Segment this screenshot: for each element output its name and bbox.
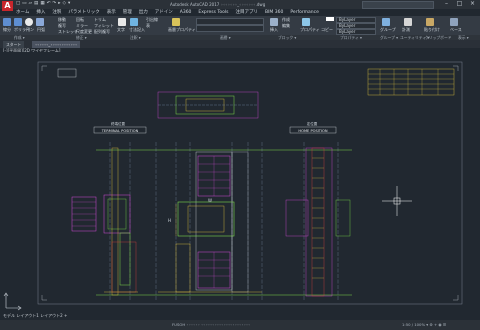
base-view-label: ベース bbox=[450, 27, 462, 32]
tab-output[interactable]: 出力 bbox=[139, 9, 148, 15]
status-bar: FUSOH ◦◦◦◦◦◦ ◦◦◦◦◦◦◦◦◦◦◦◦◦◦◦◦◦◦◦◦◦◦ 1:50… bbox=[0, 320, 480, 330]
insert-block-icon[interactable] bbox=[270, 18, 278, 26]
ribbon-tabs: ホーム 挿入 注釈 パラメトリック 表示 管理 出力 アドイン A360 Express Tool… bbox=[16, 9, 480, 16]
edit-block-button[interactable]: 編集 bbox=[282, 23, 290, 29]
layer-properties-label: 画層プロパティ bbox=[168, 27, 196, 32]
measure-icon[interactable] bbox=[404, 18, 412, 26]
layer-properties-icon[interactable] bbox=[172, 18, 180, 26]
match-properties-icon[interactable] bbox=[302, 18, 310, 26]
tab-layout1[interactable]: レイアウト1 bbox=[16, 313, 39, 318]
title-bar: A □ ▭ ▱ ▤ ▦ ↶ ↷ ▸ ◇ ▾ Autodesk AutoCAD 2… bbox=[0, 0, 480, 11]
ribbon: 線分 ポリライン 円 円弧 移動 回転 トリム 複写 ミラー フィレット ストレ… bbox=[0, 16, 480, 36]
help-search-input[interactable] bbox=[362, 1, 434, 9]
tab-parametric[interactable]: パラメトリック bbox=[68, 9, 99, 15]
terminal-position-jp: 終端位置 bbox=[111, 121, 125, 126]
document-tabs: スタート ◦◦◦◦◦◦_◦◦◦◦◦◦◦◦◦◦◦◦ bbox=[0, 40, 480, 48]
tab-add-layout[interactable]: + bbox=[64, 313, 67, 318]
dimension-icon[interactable] bbox=[130, 18, 138, 26]
text-label: 文字 bbox=[117, 27, 125, 32]
status-tools[interactable]: 1:50 / 100% ▾ ⚙ + ◉ ☰ bbox=[402, 322, 446, 327]
group-label: グループ bbox=[380, 27, 396, 32]
maximize-button[interactable]: □ bbox=[453, 0, 466, 8]
dimension-w: W bbox=[208, 198, 212, 203]
tab-addins[interactable]: アドイン bbox=[155, 9, 173, 15]
tab-insert[interactable]: 挿入 bbox=[36, 9, 45, 15]
table-button[interactable]: 表 bbox=[146, 23, 150, 29]
tab-express[interactable]: Express Tools bbox=[198, 10, 228, 15]
tab-view[interactable]: 表示 bbox=[107, 9, 116, 15]
match-properties-label: プロパティ コピー bbox=[300, 27, 334, 32]
drawing-canvas[interactable]: 終端位置 TERMINAL POSITION 定位置 HOME POSITION… bbox=[0, 52, 480, 320]
measure-label: 計測 bbox=[402, 27, 410, 32]
close-button[interactable]: × bbox=[466, 0, 479, 8]
layer-state-dropdown[interactable] bbox=[196, 25, 264, 32]
color-value: ByLayer bbox=[339, 17, 356, 22]
window-title: Autodesk AutoCAD 2017 ◦◦◦◦◦◦◦_◦◦◦◦◦◦◦.dw… bbox=[170, 1, 266, 7]
home-position-jp: 定位置 bbox=[307, 121, 318, 126]
tab-layout2[interactable]: レイアウト2 bbox=[40, 313, 63, 318]
circle-icon[interactable] bbox=[25, 18, 33, 26]
line-icon[interactable] bbox=[3, 18, 11, 26]
quick-access-toolbar[interactable]: □ ▭ ▱ ▤ ▦ ↶ ↷ ▸ ◇ ▾ bbox=[16, 1, 71, 6]
dimension-label: 寸法記入 bbox=[129, 27, 145, 32]
command-line[interactable]: FUSOH ◦◦◦◦◦◦ ◦◦◦◦◦◦◦◦◦◦◦◦◦◦◦◦◦◦◦◦◦◦ bbox=[172, 322, 250, 327]
line-label: 線分 bbox=[3, 27, 11, 32]
text-icon[interactable] bbox=[118, 18, 126, 26]
layer-dropdown[interactable] bbox=[196, 18, 264, 25]
layout-tabs: モデル レイアウト1 レイアウト2 + bbox=[3, 313, 67, 319]
doc-tab-start[interactable]: スタート bbox=[3, 41, 25, 48]
tab-bim360[interactable]: BIM 360 bbox=[265, 10, 283, 15]
minimize-button[interactable]: – bbox=[440, 0, 453, 8]
tab-model[interactable]: モデル bbox=[3, 313, 15, 318]
tab-performance[interactable]: Performance bbox=[290, 10, 319, 15]
tab-featured[interactable]: 注目アプリ bbox=[236, 9, 259, 15]
base-view-icon[interactable] bbox=[450, 18, 458, 26]
home-position-label: HOME POSITION bbox=[298, 129, 327, 133]
lineweight-value: ByLayer bbox=[339, 29, 356, 34]
autocad-logo[interactable]: A bbox=[2, 1, 13, 11]
color-swatch bbox=[326, 17, 334, 21]
tab-annotate[interactable]: 注釈 bbox=[52, 9, 61, 15]
terminal-position-label: TERMINAL POSITION bbox=[101, 129, 139, 133]
tab-home[interactable]: ホーム bbox=[16, 9, 29, 15]
polyline-icon[interactable] bbox=[14, 18, 22, 26]
tab-a360[interactable]: A360 bbox=[180, 10, 192, 15]
circle-label: 円 bbox=[26, 27, 30, 32]
insert-label: 挿入 bbox=[270, 27, 278, 32]
arc-icon[interactable] bbox=[36, 18, 44, 26]
dimension-h: H bbox=[168, 218, 171, 223]
group-icon[interactable] bbox=[382, 18, 390, 26]
doc-tab-active[interactable]: ◦◦◦◦◦◦_◦◦◦◦◦◦◦◦◦◦◦◦ bbox=[32, 41, 81, 48]
tab-manage[interactable]: 管理 bbox=[123, 9, 132, 15]
linetype-value: ByLayer bbox=[339, 23, 356, 28]
paste-label: 貼り付け bbox=[424, 27, 440, 32]
polyline-label: ポリライン bbox=[14, 27, 34, 32]
arc-label: 円弧 bbox=[37, 27, 45, 32]
paste-icon[interactable] bbox=[426, 18, 434, 26]
